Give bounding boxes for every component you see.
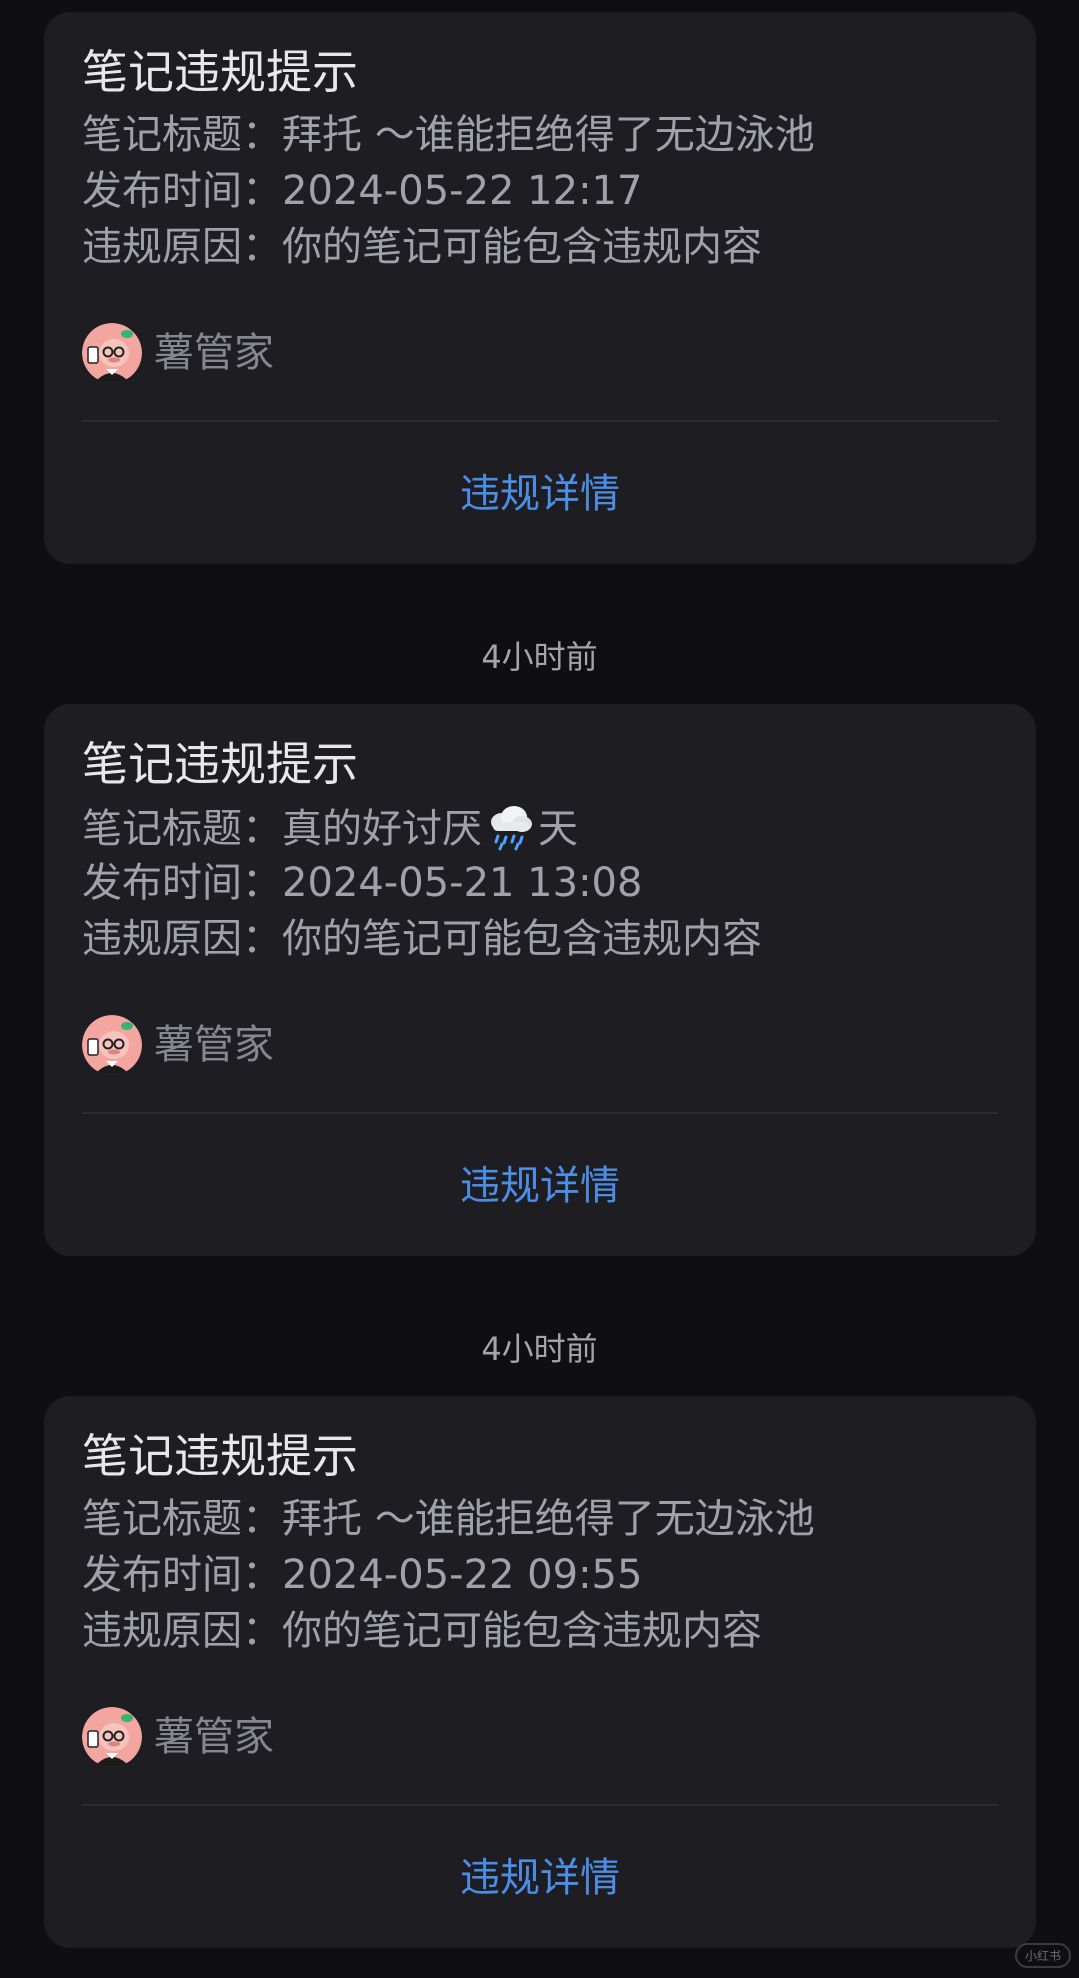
- violation-reason-label: 违规原因：: [82, 916, 282, 962]
- violation-reason-field: 违规原因：你的笔记可能包含违规内容: [82, 1604, 762, 1658]
- watermark: 小红书: [1014, 1943, 1071, 1968]
- violation-reason-label: 违规原因：: [82, 224, 282, 270]
- violation-reason-value: 你的笔记可能包含违规内容: [282, 224, 762, 270]
- violation-details-button[interactable]: 违规详情: [44, 1808, 1036, 1948]
- violation-notice-card: 笔记违规提示 笔记标题：拜托 ～谁能拒绝得了无边泳池 发布时间：2024-05-…: [44, 1396, 1036, 1948]
- violation-reason-label: 违规原因：: [82, 1608, 282, 1654]
- publish-time-value: 2024-05-21 13:08: [282, 860, 643, 906]
- note-title-value: 拜托 ～谁能拒绝得了无边泳池: [282, 112, 815, 158]
- sender[interactable]: 薯管家: [82, 1014, 274, 1076]
- time-separator: 4小时前: [481, 1330, 598, 1368]
- publish-time-label: 发布时间：: [82, 860, 282, 906]
- card-title: 笔记违规提示: [82, 45, 358, 99]
- note-title-label: 笔记标题：: [82, 806, 282, 852]
- note-title-value: 拜托 ～谁能拒绝得了无边泳池: [282, 1496, 815, 1542]
- violation-notice-card: 笔记违规提示 笔记标题：拜托 ～谁能拒绝得了无边泳池 发布时间：2024-05-…: [44, 12, 1036, 564]
- violation-details-label[interactable]: 违规详情: [460, 1159, 620, 1213]
- publish-time-field: 发布时间：2024-05-22 12:17: [82, 164, 642, 218]
- note-title-label: 笔记标题：: [82, 112, 282, 158]
- divider: [82, 1804, 998, 1806]
- violation-details-label[interactable]: 违规详情: [460, 467, 620, 521]
- sender-name[interactable]: 薯管家: [154, 326, 274, 380]
- violation-reason-value: 你的笔记可能包含违规内容: [282, 916, 762, 962]
- butler-avatar-icon[interactable]: [82, 1707, 142, 1767]
- note-title-field: 笔记标题：拜托 ～谁能拒绝得了无边泳池: [82, 1492, 815, 1546]
- violation-reason-field: 违规原因：你的笔记可能包含违规内容: [82, 220, 762, 274]
- violation-notice-card: 笔记违规提示 笔记标题：真的好讨厌 天 发布时间：2024-05-21 13:0…: [44, 704, 1036, 1256]
- violation-details-button[interactable]: 违规详情: [44, 424, 1036, 564]
- sender[interactable]: 薯管家: [82, 322, 274, 384]
- note-title-label: 笔记标题：: [82, 1496, 282, 1542]
- sender[interactable]: 薯管家: [82, 1706, 274, 1768]
- violation-reason-field: 违规原因：你的笔记可能包含违规内容: [82, 912, 762, 966]
- publish-time-field: 发布时间：2024-05-21 13:08: [82, 856, 642, 910]
- card-title: 笔记违规提示: [82, 737, 358, 791]
- divider: [82, 1112, 998, 1114]
- publish-time-value: 2024-05-22 09:55: [282, 1552, 643, 1598]
- violation-details-button[interactable]: 违规详情: [44, 1116, 1036, 1256]
- time-separator: 4小时前: [481, 638, 598, 676]
- divider: [82, 420, 998, 422]
- publish-time-label: 发布时间：: [82, 1552, 282, 1598]
- note-title-field: 笔记标题：真的好讨厌 天: [82, 800, 578, 856]
- sender-name[interactable]: 薯管家: [154, 1710, 274, 1764]
- butler-avatar-icon[interactable]: [82, 1015, 142, 1075]
- butler-avatar-icon[interactable]: [82, 323, 142, 383]
- sender-name[interactable]: 薯管家: [154, 1018, 274, 1072]
- violation-reason-value: 你的笔记可能包含违规内容: [282, 1608, 762, 1654]
- note-title-value: 真的好讨厌: [282, 806, 482, 852]
- publish-time-value: 2024-05-22 12:17: [282, 168, 643, 214]
- card-title: 笔记违规提示: [82, 1429, 358, 1483]
- note-title-field: 笔记标题：拜托 ～谁能拒绝得了无边泳池: [82, 108, 815, 162]
- violation-details-label[interactable]: 违规详情: [460, 1851, 620, 1905]
- note-title-value-suffix: 天: [538, 806, 578, 852]
- cloud-with-rain-icon: [484, 800, 536, 852]
- publish-time-label: 发布时间：: [82, 168, 282, 214]
- publish-time-field: 发布时间：2024-05-22 09:55: [82, 1548, 642, 1602]
